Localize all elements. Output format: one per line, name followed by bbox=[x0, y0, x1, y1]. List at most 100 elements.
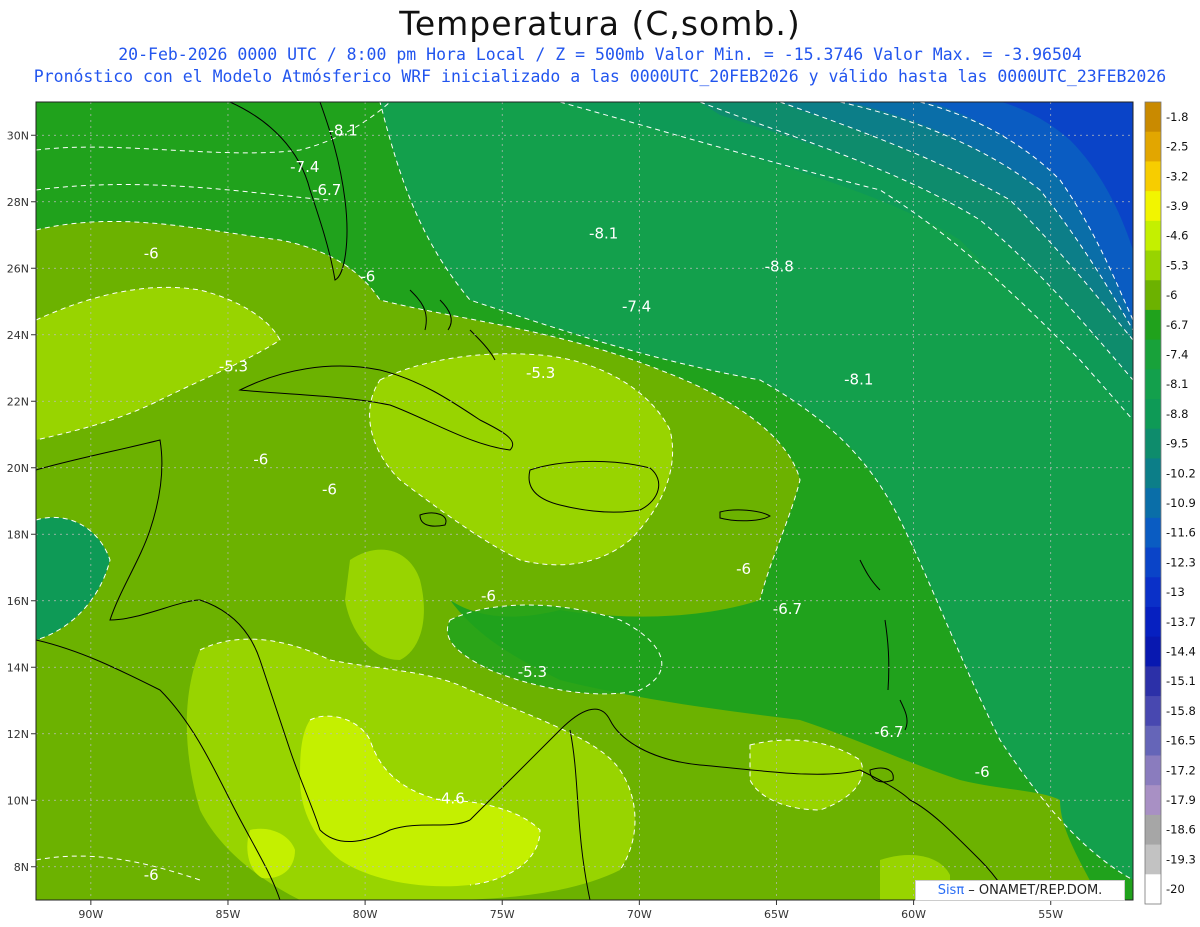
contour-label: -6 bbox=[322, 480, 337, 498]
colorbar-label: -17.2 bbox=[1166, 763, 1196, 777]
contour-label: -5.3 bbox=[219, 357, 248, 375]
colorbar-label: -15.8 bbox=[1166, 704, 1196, 718]
contour-label: -6 bbox=[144, 866, 159, 884]
colorbar-label: -20 bbox=[1166, 882, 1185, 896]
temperature-map: 90W 85W 80W 75W 70W 65W 60W 55W 8N 10N 12N 14N 16N 18… bbox=[7, 101, 1196, 921]
colorbar-swatch bbox=[1145, 547, 1161, 578]
lat-tick-label: 8N bbox=[14, 861, 29, 874]
colorbar: -1.8 -2.5 -3.2 -3.9 -4.6 -5.3 -6 -6.7 -7.4 -8.1 -8… bbox=[1144, 101, 1196, 905]
colorbar-label: -3.9 bbox=[1166, 199, 1188, 213]
colorbar-label: -15.1 bbox=[1166, 674, 1196, 688]
contour-label: -8.1 bbox=[844, 371, 873, 389]
temperature-shading bbox=[36, 102, 1133, 900]
colorbar-label: -10.2 bbox=[1166, 466, 1196, 480]
colorbar-label: -6 bbox=[1166, 288, 1177, 302]
contour-label: -6 bbox=[975, 763, 990, 781]
colorbar-swatch bbox=[1145, 280, 1161, 311]
lon-tick-label: 90W bbox=[78, 908, 103, 921]
colorbar-label: -11.6 bbox=[1166, 526, 1196, 540]
colorbar-swatch bbox=[1145, 814, 1161, 846]
colorbar-swatch bbox=[1145, 250, 1161, 281]
colorbar-swatch bbox=[1145, 874, 1161, 905]
colorbar-swatch bbox=[1145, 785, 1161, 816]
colorbar-label: -8.8 bbox=[1166, 407, 1188, 421]
colorbar-label: -14.4 bbox=[1166, 645, 1196, 659]
lon-tick-label: 70W bbox=[627, 908, 652, 921]
colorbar-label: -13.7 bbox=[1166, 615, 1196, 629]
colorbar-swatch bbox=[1145, 220, 1161, 252]
lat-tick-label: 14N bbox=[7, 661, 29, 674]
colorbar-swatch bbox=[1145, 606, 1161, 638]
contour-label: -8.1 bbox=[589, 224, 618, 242]
lon-tick-label: 65W bbox=[764, 908, 789, 921]
colorbar-label: -12.3 bbox=[1166, 555, 1196, 569]
contour-label: -6 bbox=[253, 450, 268, 468]
lat-tick-label: 10N bbox=[7, 794, 29, 807]
contour-label: -4.6 bbox=[435, 790, 464, 808]
lat-tick-label: 26N bbox=[7, 262, 29, 275]
contour-label: -6 bbox=[736, 560, 751, 578]
lat-tick-label: 30N bbox=[7, 129, 29, 142]
colorbar-swatch bbox=[1145, 696, 1161, 727]
lat-tick-label: 28N bbox=[7, 196, 29, 209]
colorbar-swatch bbox=[1145, 399, 1161, 430]
colorbar-label: -13 bbox=[1166, 585, 1185, 599]
colorbar-label: -5.3 bbox=[1166, 258, 1188, 272]
colorbar-swatch bbox=[1145, 755, 1161, 786]
colorbar-label: -1.8 bbox=[1166, 110, 1188, 124]
lon-tick-label: 75W bbox=[490, 908, 515, 921]
colorbar-label: -17.9 bbox=[1166, 793, 1196, 807]
colorbar-swatch bbox=[1145, 131, 1161, 162]
sispi-logo-text: Sisπ bbox=[937, 883, 965, 898]
contour-label: -6.7 bbox=[312, 181, 341, 199]
colorbar-swatch bbox=[1145, 458, 1161, 489]
lat-tick-label: 22N bbox=[7, 395, 29, 408]
colorbar-label: -7.4 bbox=[1166, 347, 1188, 361]
colorbar-swatch bbox=[1145, 577, 1161, 608]
lat-tick-label: 12N bbox=[7, 728, 29, 741]
colorbar-label: -10.9 bbox=[1166, 496, 1196, 510]
credit-text: – ONAMET/REP.DOM. bbox=[964, 883, 1103, 898]
colorbar-swatch bbox=[1145, 369, 1161, 400]
contour-label: -7.4 bbox=[622, 297, 651, 315]
colorbar-swatch bbox=[1145, 517, 1161, 549]
colorbar-swatch bbox=[1145, 488, 1161, 519]
credit-box: Sisπ – ONAMET/REP.DOM. bbox=[915, 880, 1125, 901]
colorbar-label: -4.6 bbox=[1166, 229, 1188, 243]
colorbar-swatch bbox=[1145, 725, 1161, 756]
lon-tick-label: 80W bbox=[353, 908, 378, 921]
contour-label: -6.7 bbox=[874, 723, 903, 741]
contour-label: -5.3 bbox=[518, 663, 547, 681]
colorbar-label: -18.6 bbox=[1166, 823, 1196, 837]
colorbar-swatch bbox=[1145, 161, 1161, 192]
colorbar-label: -3.2 bbox=[1166, 169, 1188, 183]
lon-tick-label: 85W bbox=[216, 908, 241, 921]
contour-label: -6 bbox=[481, 587, 496, 605]
lat-tick-label: 18N bbox=[7, 528, 29, 541]
colorbar-label: -6.7 bbox=[1166, 318, 1188, 332]
contour-label: -7.4 bbox=[290, 158, 319, 176]
contour-label: -6.7 bbox=[773, 600, 802, 618]
colorbar-label: -9.5 bbox=[1166, 437, 1188, 451]
colorbar-swatch bbox=[1145, 636, 1161, 667]
colorbar-swatch bbox=[1145, 339, 1161, 370]
colorbar-label: -16.5 bbox=[1166, 734, 1196, 748]
lat-tick-label: 20N bbox=[7, 462, 29, 475]
colorbar-swatch bbox=[1145, 191, 1161, 222]
lon-tick-label: 60W bbox=[901, 908, 926, 921]
colorbar-swatch bbox=[1145, 309, 1161, 341]
lat-tick-label: 16N bbox=[7, 595, 29, 608]
contour-label: -6 bbox=[360, 268, 375, 286]
colorbar-swatch bbox=[1145, 428, 1161, 459]
contour-label: -5.3 bbox=[526, 364, 555, 382]
colorbar-label: -19.3 bbox=[1166, 852, 1196, 866]
colorbar-label: -8.1 bbox=[1166, 377, 1188, 391]
contour-label: -8.1 bbox=[329, 121, 358, 139]
lat-tick-label: 24N bbox=[7, 329, 29, 342]
contour-label: -8.8 bbox=[765, 258, 794, 276]
colorbar-label: -2.5 bbox=[1166, 140, 1188, 154]
lon-tick-label: 55W bbox=[1038, 908, 1063, 921]
colorbar-swatch bbox=[1145, 666, 1161, 697]
colorbar-swatch bbox=[1145, 844, 1161, 875]
colorbar-swatch bbox=[1145, 102, 1161, 133]
